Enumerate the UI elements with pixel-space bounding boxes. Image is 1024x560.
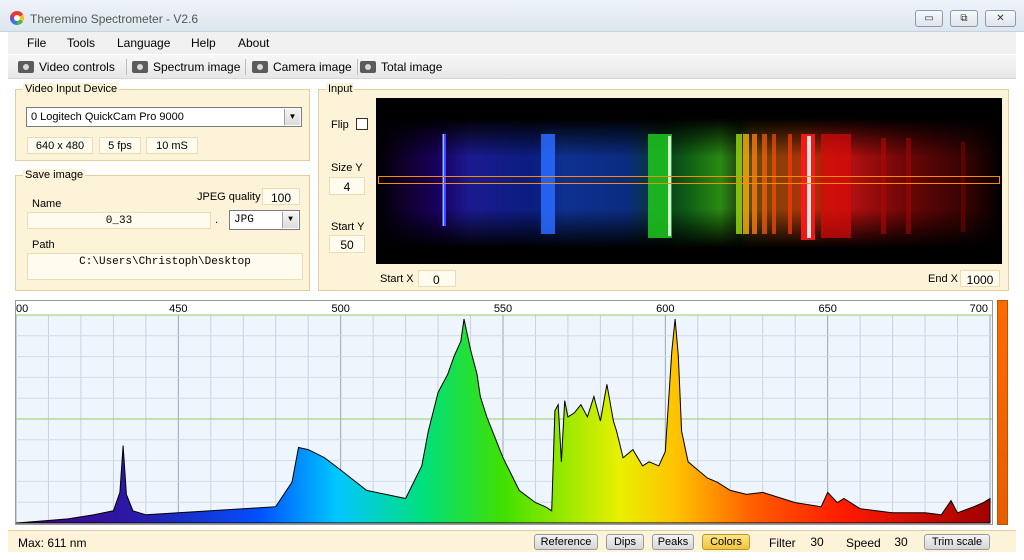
filter-input[interactable]: 30: [802, 533, 832, 551]
colors-button[interactable]: Colors: [702, 534, 750, 550]
video-controls-label: Video controls: [39, 60, 115, 74]
camera-icon: [252, 61, 268, 73]
jpeg-quality-input[interactable]: 100: [262, 188, 300, 205]
video-input-title: Video Input Device: [23, 83, 120, 95]
spectrum-image-label: Spectrum image: [153, 60, 241, 74]
reference-button[interactable]: Reference: [534, 534, 598, 550]
start-x-label: Start X: [380, 273, 414, 285]
end-x-input[interactable]: 1000: [960, 270, 1000, 287]
speed-input[interactable]: 30: [886, 533, 916, 551]
x-tick-label: 550: [494, 303, 512, 315]
exposure-field[interactable]: 10 mS: [146, 137, 198, 154]
x-tick-label: 700: [970, 303, 988, 315]
fps-field[interactable]: 5 fps: [99, 137, 141, 154]
x-tick-label: 00: [16, 303, 28, 315]
dropdown-arrow-icon[interactable]: ▼: [282, 212, 298, 228]
bottom-bar: Max: 611 nm Reference Dips Peaks Colors …: [8, 530, 1016, 552]
x-tick-label: 650: [818, 303, 836, 315]
max-wavelength-label: Max: 611 nm: [18, 536, 87, 550]
camera-image-button[interactable]: Camera image: [252, 60, 352, 74]
name-label: Name: [32, 198, 62, 210]
dropdown-arrow-icon[interactable]: ▼: [284, 109, 300, 125]
path-label: Path: [32, 239, 55, 251]
menu-about[interactable]: About: [238, 36, 269, 50]
spectrum-chart-svg: 00 450 500 550 600 650 700: [15, 301, 992, 524]
menu-bar: File Tools Language Help About: [8, 32, 1016, 54]
x-tick-label: 600: [656, 303, 674, 315]
input-title: Input: [326, 83, 355, 95]
size-y-input[interactable]: 4: [329, 177, 365, 195]
start-y-label: Start Y: [331, 221, 365, 233]
close-button[interactable]: ✕: [985, 10, 1016, 27]
menu-tools[interactable]: Tools: [67, 36, 95, 50]
video-device-select[interactable]: 0 Logitech QuickCam Pro 9000 ▼: [26, 107, 302, 127]
end-x-label: End X: [928, 273, 958, 285]
start-y-input[interactable]: 50: [329, 235, 365, 253]
peaks-button[interactable]: Peaks: [652, 534, 694, 550]
video-camera-icon: [18, 61, 34, 73]
toolbar-separator: [126, 59, 127, 75]
speed-label: Speed: [846, 536, 881, 550]
format-value: JPG: [234, 214, 254, 226]
toolbar: Video controls Spectrum image Camera ima…: [8, 55, 1016, 79]
filter-label: Filter: [769, 536, 796, 550]
video-controls-button[interactable]: Video controls: [18, 60, 115, 74]
start-x-input[interactable]: 0: [418, 270, 456, 287]
x-tick-label: 450: [169, 303, 187, 315]
menu-help[interactable]: Help: [191, 36, 216, 50]
camera-icon: [132, 61, 148, 73]
flip-label: Flip: [331, 119, 349, 131]
spectrum-image-button[interactable]: Spectrum image: [132, 60, 240, 74]
total-image-button[interactable]: Total image: [360, 60, 442, 74]
path-input[interactable]: C:\Users\Christoph\Desktop: [27, 253, 303, 280]
name-input[interactable]: 0_33: [27, 212, 211, 229]
maximize-button[interactable]: ⧉: [950, 10, 978, 27]
save-image-title: Save image: [23, 169, 86, 181]
toolbar-separator: [245, 59, 246, 75]
jpeg-quality-label: JPEG quality: [197, 191, 261, 203]
x-tick-label: 500: [331, 303, 349, 315]
menu-language[interactable]: Language: [117, 36, 170, 50]
extension-dot: .: [215, 214, 219, 226]
window-title: Theremino Spectrometer - V2.6: [30, 12, 199, 26]
spectrum-graph[interactable]: 00 450 500 550 600 650 700: [15, 300, 993, 525]
title-bar: Theremino Spectrometer - V2.6 ▭ ⧉ ✕: [0, 0, 1024, 32]
format-select[interactable]: JPG ▼: [229, 210, 300, 230]
spectrum-camera-image[interactable]: [376, 98, 1002, 264]
size-y-label: Size Y: [331, 162, 363, 174]
video-device-value: 0 Logitech QuickCam Pro 9000: [31, 111, 184, 123]
toolbar-separator: [357, 59, 358, 75]
dips-button[interactable]: Dips: [606, 534, 644, 550]
flip-checkbox[interactable]: [356, 118, 368, 130]
trim-scale-button[interactable]: Trim scale: [924, 534, 990, 550]
menu-file[interactable]: File: [27, 36, 46, 50]
selection-rectangle[interactable]: [378, 176, 1000, 184]
app-icon: [10, 11, 24, 25]
camera-image-label: Camera image: [273, 60, 352, 74]
resolution-field[interactable]: 640 x 480: [27, 137, 93, 154]
minimize-button[interactable]: ▭: [915, 10, 943, 27]
camera-icon: [360, 61, 376, 73]
intensity-color-bar: [997, 300, 1008, 525]
total-image-label: Total image: [381, 60, 443, 74]
